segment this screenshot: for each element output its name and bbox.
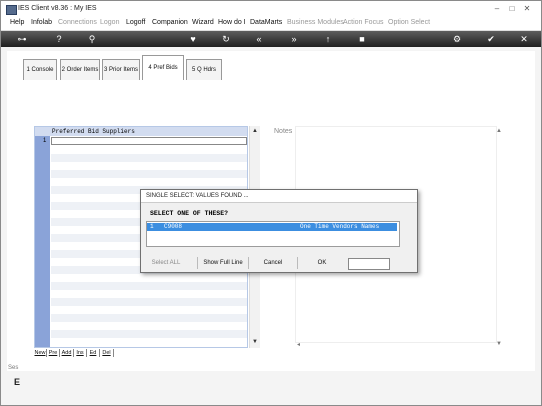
app-icon <box>6 5 17 15</box>
grid-row-number: 1 <box>43 138 47 144</box>
menu-how-do-i[interactable]: How do I <box>218 19 246 26</box>
notes-scroll-down-icon[interactable]: ▼ <box>496 341 502 347</box>
settings-icon[interactable]: ⚙ <box>451 33 463 45</box>
menu-datamarts[interactable]: DataMarts <box>250 19 282 26</box>
dialog-title: SINGLE SELECT: VALUES FOUND ... <box>146 193 249 199</box>
grid-row[interactable] <box>51 314 247 322</box>
values-list: 1 C9008 One Time Vendors Names <box>146 221 400 247</box>
cancel-button[interactable]: Cancel <box>248 257 297 269</box>
stop-icon[interactable]: ■ <box>356 33 368 45</box>
pre-button[interactable]: Pre <box>47 349 60 357</box>
grid-row[interactable] <box>51 298 247 306</box>
app-window: IES Client v8.36 : My IES – □ ✕ Help Inf… <box>0 0 542 406</box>
tab-strip: 1 Console 2 Order Items 3 Prior Items 4 … <box>13 53 513 81</box>
show-full-line-button[interactable]: Show Full Line <box>197 257 248 269</box>
menu-infolab[interactable]: Infolab <box>31 19 52 26</box>
upload-icon[interactable]: ↑ <box>322 33 334 45</box>
help-icon[interactable]: ? <box>53 33 65 45</box>
list-item[interactable]: 1 C9008 One Time Vendors Names <box>147 223 397 231</box>
title-bar: IES Client v8.36 : My IES – □ ✕ <box>1 1 541 18</box>
grid-header-label: Preferred Bid Suppliers <box>52 128 135 135</box>
menu-wizard[interactable]: Wizard <box>192 19 214 26</box>
tab-prior-items[interactable]: 3 Prior Items <box>102 59 140 80</box>
grid-row-gutter <box>35 136 50 347</box>
grid-row[interactable] <box>51 154 247 162</box>
notes-label: Notes <box>274 128 293 135</box>
grid-header: Preferred Bid Suppliers <box>35 127 247 136</box>
dialog-input-field[interactable] <box>348 258 390 270</box>
menu-connections[interactable]: Connections <box>58 19 97 26</box>
refresh-icon[interactable]: ↻ <box>220 33 232 45</box>
menu-option-select[interactable]: Option Select <box>388 19 430 26</box>
tab-q-hdrs[interactable]: 5 Q Hdrs <box>186 59 222 80</box>
toolbar: ⊶ ? ⚲ ♥ ↻ « » ↑ ■ ⚙ ✔ ✕ <box>1 31 541 47</box>
minimize-button[interactable]: – <box>491 4 503 14</box>
scroll-down-icon[interactable]: ▼ <box>251 338 259 346</box>
heart-icon[interactable]: ♥ <box>187 33 199 45</box>
key-icon[interactable]: ⊶ <box>11 33 33 45</box>
status-tag: Ses <box>8 365 19 371</box>
search-icon[interactable]: ⚲ <box>86 33 98 45</box>
menu-help[interactable]: Help <box>10 19 24 26</box>
fast-forward-icon[interactable]: » <box>288 33 300 45</box>
notes-scroll-up-icon[interactable]: ▲ <box>496 128 502 134</box>
select-all-button[interactable]: Select ALL <box>146 257 186 269</box>
tab-console[interactable]: 1 Console <box>23 59 57 80</box>
close-icon[interactable]: ✕ <box>518 33 530 45</box>
new-button[interactable]: New <box>34 349 47 357</box>
notes-scroll-left-icon[interactable]: ◂ <box>297 341 300 348</box>
tab-order-items[interactable]: 2 Order Items <box>60 59 100 80</box>
menu-companion[interactable]: Companion <box>152 19 188 26</box>
scroll-up-icon[interactable]: ▲ <box>251 127 259 135</box>
tab-pref-bids[interactable]: 4 Pref Bids <box>142 55 184 80</box>
check-icon[interactable]: ✔ <box>485 33 497 45</box>
ok-button[interactable]: OK <box>297 257 346 269</box>
rewind-icon[interactable]: « <box>253 33 265 45</box>
grid-row[interactable] <box>51 330 247 338</box>
dialog-heading: SELECT ONE OF THESE? <box>150 210 229 217</box>
dialog-button-bar: Select ALL Show Full Line Cancel OK <box>146 257 412 270</box>
ed-button[interactable]: Ed <box>87 349 100 357</box>
grid-row[interactable] <box>51 170 247 178</box>
menu-logon[interactable]: Logon <box>100 19 119 26</box>
single-select-dialog: SINGLE SELECT: VALUES FOUND ... SELECT O… <box>140 189 418 273</box>
menu-business-modules[interactable]: Business Modules <box>287 19 344 26</box>
dialog-title-bar: SINGLE SELECT: VALUES FOUND ... <box>141 190 417 203</box>
window-title: IES Client v8.36 : My IES <box>18 5 97 12</box>
list-item-code: C9008 <box>164 223 183 230</box>
list-item-description: One Time Vendors Names <box>300 223 380 230</box>
menu-logoff[interactable]: Logoff <box>126 19 145 26</box>
menu-action-focus[interactable]: Action Focus <box>343 19 383 26</box>
del-button[interactable]: Del <box>100 349 114 357</box>
menu-bar: Help Infolab Connections Logon Logoff Co… <box>1 18 541 31</box>
grid-row-input[interactable] <box>51 137 247 145</box>
list-item-number: 1 <box>150 223 154 230</box>
ins-button[interactable]: Ins <box>74 349 87 357</box>
add-button[interactable]: Add <box>60 349 74 357</box>
close-window-button[interactable]: ✕ <box>521 4 533 14</box>
status-glyph: E <box>14 377 21 387</box>
maximize-button[interactable]: □ <box>506 4 518 14</box>
grid-row[interactable] <box>51 282 247 290</box>
